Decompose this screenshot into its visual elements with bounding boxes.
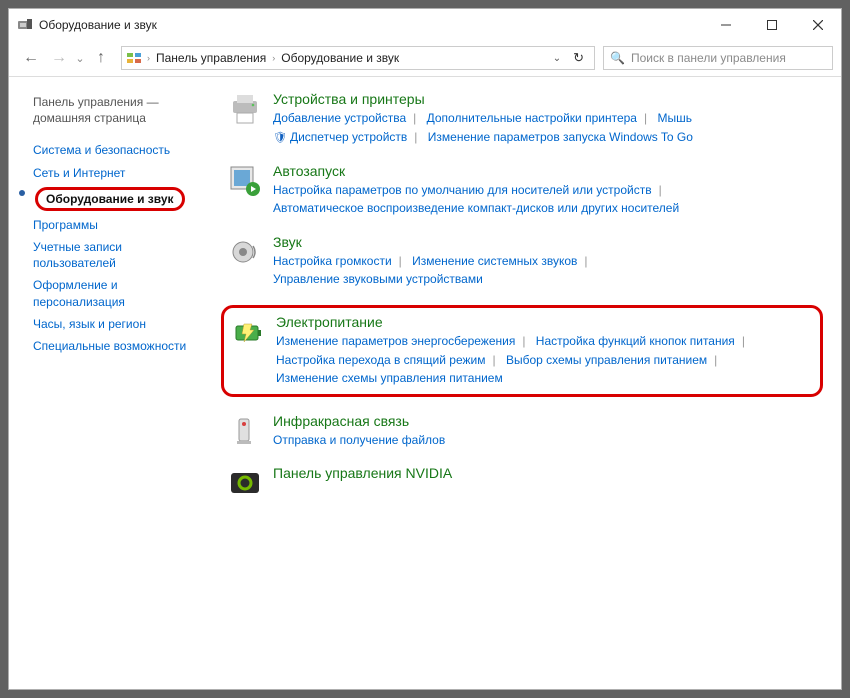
link-autoplay-cd[interactable]: Автоматическое воспроизведение компакт-д… [273,201,679,215]
section-title[interactable]: Инфракрасная связь [273,413,827,429]
breadcrumb-bar[interactable]: › Панель управления › Оборудование и зву… [121,46,595,70]
refresh-button[interactable]: ↻ [567,50,590,66]
sidebar-item-system[interactable]: Система и безопасность [33,139,203,161]
search-input[interactable]: 🔍 Поиск в панели управления [603,46,833,70]
section-devices: Устройства и принтеры Добавление устройс… [227,91,827,147]
section-sound: Звук Настройка громкости| Изменение сист… [227,234,827,289]
active-bullet-icon [19,190,25,196]
battery-icon [230,314,266,350]
sidebar-item-appearance[interactable]: Оформление и персонализация [33,274,203,312]
sidebar-item-clock[interactable]: Часы, язык и регион [33,313,203,335]
content-area: Устройства и принтеры Добавление устройс… [209,77,841,689]
section-links: Настройка громкости| Изменение системных… [273,252,827,289]
link-printer-settings[interactable]: Дополнительные настройки принтера [427,111,637,125]
up-button[interactable]: ↑ [87,44,115,72]
link-volume[interactable]: Настройка громкости [273,254,392,268]
shield-icon: 🛡 [273,132,287,144]
app-icon [17,17,33,33]
section-power-highlighted: Электропитание Изменение параметров энер… [221,305,823,397]
link-mouse[interactable]: Мышь [657,111,692,125]
link-device-manager[interactable]: Диспетчер устройств [290,130,407,144]
nvidia-icon [227,465,263,501]
link-ir-files[interactable]: Отправка и получение файлов [273,433,445,447]
minimize-button[interactable] [703,9,749,41]
breadcrumb-current[interactable]: Оборудование и звук [277,51,403,65]
sidebar: Панель управления — домашняя страница Си… [9,77,209,689]
section-title[interactable]: Панель управления NVIDIA [273,465,827,481]
speaker-icon [227,234,263,270]
maximize-button[interactable] [749,9,795,41]
back-button[interactable]: ← [17,44,45,72]
section-nvidia: Панель управления NVIDIA [227,465,827,501]
link-system-sounds[interactable]: Изменение системных звуков [412,254,577,268]
section-title[interactable]: Устройства и принтеры [273,91,827,107]
section-title[interactable]: Звук [273,234,827,250]
chevron-right-icon: › [145,53,152,63]
section-links: Изменение параметров энергосбережения| Н… [276,332,810,388]
forward-button[interactable]: → [45,44,73,72]
infrared-icon [227,413,263,449]
sidebar-item-accounts[interactable]: Учетные записи пользователей [33,236,203,274]
link-power-plan-edit[interactable]: Изменение схемы управления питанием [276,371,503,385]
sidebar-item-accessibility[interactable]: Специальные возможности [33,335,203,357]
highlight-ring: Оборудование и звук [35,187,185,211]
titlebar: Оборудование и звук [9,9,841,41]
section-links: Отправка и получение файлов [273,431,827,450]
search-placeholder: Поиск в панели управления [631,51,786,65]
recent-dropdown[interactable]: ⌄ [73,52,87,65]
link-windows-to-go[interactable]: Изменение параметров запуска Windows To … [428,130,693,144]
close-button[interactable] [795,9,841,41]
window-title: Оборудование и звук [39,18,157,32]
breadcrumb-root[interactable]: Панель управления [152,51,270,65]
sidebar-item-home[interactable]: Панель управления — домашняя страница [33,91,203,129]
chevron-right-icon: › [270,53,277,63]
section-infrared: Инфракрасная связь Отправка и получение … [227,413,827,450]
link-add-device[interactable]: Добавление устройства [273,111,406,125]
link-power-plan-choose[interactable]: Выбор схемы управления питанием [506,353,707,367]
section-links: Настройка параметров по умолчанию для но… [273,181,827,218]
section-links: Добавление устройства| Дополнительные на… [273,109,827,147]
address-dropdown[interactable]: ⌄ [547,53,567,64]
link-autoplay-defaults[interactable]: Настройка параметров по умолчанию для но… [273,183,652,197]
section-title[interactable]: Автозапуск [273,163,827,179]
sidebar-item-network[interactable]: Сеть и Интернет [33,162,203,184]
sidebar-item-hardware[interactable]: Оборудование и звук [33,184,203,214]
link-sleep[interactable]: Настройка перехода в спящий режим [276,353,485,367]
link-audio-devices[interactable]: Управление звуковыми устройствами [273,272,483,286]
link-power-buttons[interactable]: Настройка функций кнопок питания [536,334,735,348]
section-autoplay: Автозапуск Настройка параметров по умолч… [227,163,827,218]
search-icon: 🔍 [610,51,625,65]
section-title[interactable]: Электропитание [276,314,810,330]
sidebar-item-programs[interactable]: Программы [33,214,203,236]
breadcrumb-root-icon [126,50,142,66]
address-bar: ← → ⌄ ↑ › Панель управления › Оборудован… [9,41,841,75]
autoplay-icon [227,163,263,199]
printer-icon [227,91,263,127]
link-power-saving[interactable]: Изменение параметров энергосбережения [276,334,515,348]
